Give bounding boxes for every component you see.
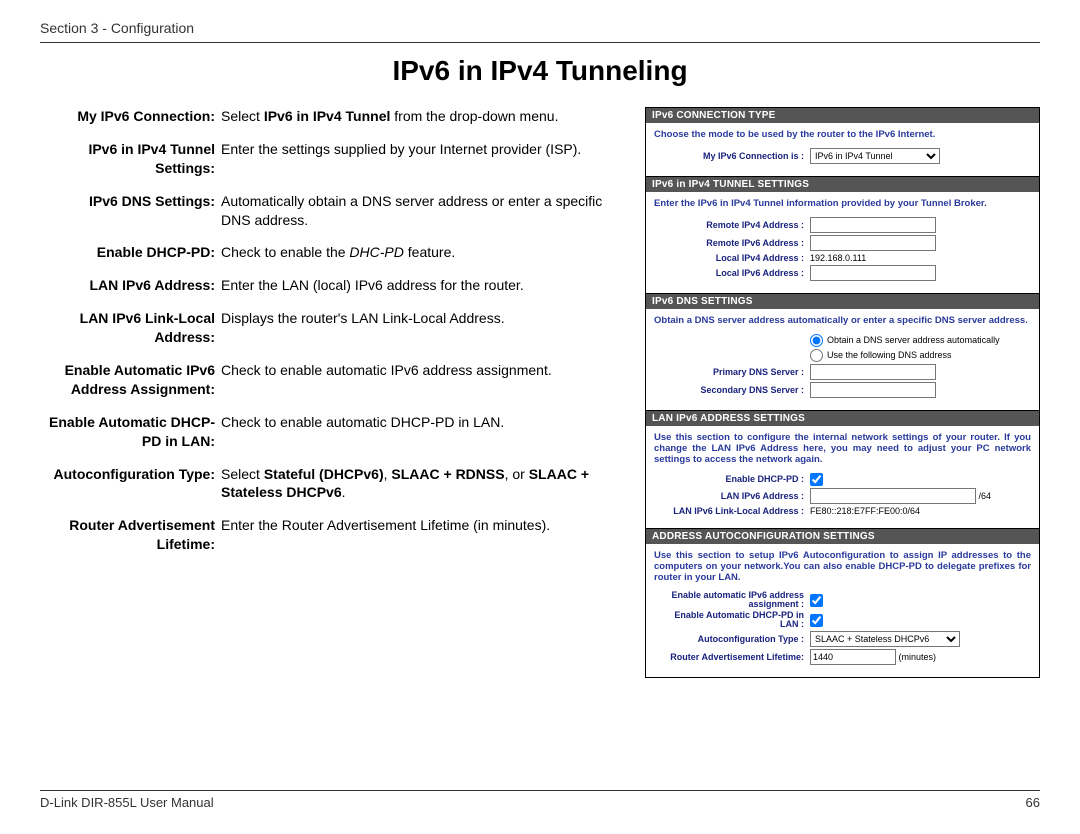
autoconf-type-label: Autoconfiguration Type :: [654, 635, 810, 644]
local-ipv4-label: Local IPv4 Address :: [654, 254, 810, 263]
def-desc: Automatically obtain a DNS server addres…: [221, 192, 635, 230]
remote-ipv6-input[interactable]: [810, 235, 936, 251]
def-term: Enable DHCP-PD:: [40, 243, 221, 262]
primary-dns-label: Primary DNS Server :: [654, 368, 810, 377]
enable-dhcp-pd-checkbox[interactable]: [810, 473, 823, 486]
section-header-lan: LAN IPv6 ADDRESS SETTINGS: [646, 410, 1039, 426]
footer-page-number: 66: [1026, 795, 1040, 810]
def-term: IPv6 in IPv4 Tunnel Settings:: [40, 140, 221, 178]
def-term: LAN IPv6 Link-Local Address:: [40, 309, 221, 347]
local-ipv6-input[interactable]: [810, 265, 936, 281]
enable-dhcp-pd-label: Enable DHCP-PD :: [654, 475, 810, 484]
dns-radio-auto[interactable]: Obtain a DNS server address automaticall…: [810, 335, 1000, 345]
tunnel-blurb: Enter the IPv6 in IPv4 Tunnel informatio…: [654, 198, 1031, 209]
conn-type-blurb: Choose the mode to be used by the router…: [654, 129, 1031, 140]
auto-dhcppd-lan-checkbox[interactable]: [810, 614, 823, 627]
ra-lifetime-input[interactable]: [810, 649, 896, 665]
auto-dhcppd-lan-label: Enable Automatic DHCP-PD in LAN :: [654, 611, 810, 629]
ipv6-settings-panel: IPv6 CONNECTION TYPE Choose the mode to …: [645, 107, 1040, 678]
ra-lifetime-label: Router Advertisement Lifetime:: [654, 653, 810, 662]
remote-ipv6-label: Remote IPv6 Address :: [654, 239, 810, 248]
def-desc: Enter the LAN (local) IPv6 address for t…: [221, 276, 635, 295]
page-footer: D-Link DIR-855L User Manual 66: [40, 790, 1040, 810]
dns-radio-manual[interactable]: Use the following DNS address: [810, 350, 952, 360]
lan-linklocal-label: LAN IPv6 Link-Local Address :: [654, 507, 810, 516]
local-ipv6-label: Local IPv6 Address :: [654, 269, 810, 278]
footer-manual-title: D-Link DIR-855L User Manual: [40, 795, 214, 810]
autoconf-type-select[interactable]: SLAAC + Stateless DHCPv6: [810, 631, 960, 647]
def-desc: Select Stateful (DHCPv6), SLAAC + RDNSS,…: [221, 465, 635, 503]
section-header-autoconf: ADDRESS AUTOCONFIGURATION SETTINGS: [646, 528, 1039, 544]
def-term: IPv6 DNS Settings:: [40, 192, 221, 230]
dns-radio-manual-label: Use the following DNS address: [827, 350, 952, 360]
def-desc: Check to enable automatic DHCP-PD in LAN…: [221, 413, 635, 451]
lan-linklocal-value: FE80::218:E7FF:FE00:0/64: [810, 506, 1031, 516]
my-ipv6-conn-label: My IPv6 Connection is :: [654, 152, 810, 161]
def-term: Enable Automatic IPv6 Address Assignment…: [40, 361, 221, 399]
auto-assign-checkbox[interactable]: [810, 594, 823, 607]
section-heading: Section 3 - Configuration: [40, 20, 1040, 43]
definitions: My IPv6 Connection:Select IPv6 in IPv4 T…: [40, 107, 635, 678]
def-desc: Enter the settings supplied by your Inte…: [221, 140, 635, 178]
lan-blurb: Use this section to configure the intern…: [654, 432, 1031, 465]
section-header-tunnel: IPv6 in IPv4 TUNNEL SETTINGS: [646, 176, 1039, 192]
remote-ipv4-label: Remote IPv4 Address :: [654, 221, 810, 230]
content-row: My IPv6 Connection:Select IPv6 in IPv4 T…: [40, 107, 1040, 678]
dns-blurb: Obtain a DNS server address automaticall…: [654, 315, 1031, 326]
def-desc: Displays the router's LAN Link-Local Add…: [221, 309, 635, 347]
def-desc: Select IPv6 in IPv4 Tunnel from the drop…: [221, 107, 635, 126]
section-header-dns: IPv6 DNS SETTINGS: [646, 293, 1039, 309]
lan-ipv6-addr-input[interactable]: [810, 488, 976, 504]
def-desc: Check to enable the DHC-PD feature.: [221, 243, 635, 262]
page-title: IPv6 in IPv4 Tunneling: [40, 55, 1040, 87]
def-term: Enable Automatic DHCP-PD in LAN:: [40, 413, 221, 451]
my-ipv6-conn-select[interactable]: IPv6 in IPv4 Tunnel: [810, 148, 940, 164]
primary-dns-input[interactable]: [810, 364, 936, 380]
section-header-conn-type: IPv6 CONNECTION TYPE: [646, 108, 1039, 123]
secondary-dns-input[interactable]: [810, 382, 936, 398]
autoconf-blurb: Use this section to setup IPv6 Autoconfi…: [654, 550, 1031, 583]
auto-assign-label: Enable automatic IPv6 address assignment…: [654, 591, 810, 609]
lan-ipv6-suffix: /64: [979, 491, 992, 501]
secondary-dns-label: Secondary DNS Server :: [654, 386, 810, 395]
local-ipv4-value: 192.168.0.111: [810, 253, 1031, 263]
def-term: LAN IPv6 Address:: [40, 276, 221, 295]
lan-ipv6-addr-label: LAN IPv6 Address :: [654, 492, 810, 501]
def-desc: Check to enable automatic IPv6 address a…: [221, 361, 635, 399]
remote-ipv4-input[interactable]: [810, 217, 936, 233]
def-term: My IPv6 Connection:: [40, 107, 221, 126]
def-term: Router Advertisement Lifetime:: [40, 516, 221, 554]
dns-radio-auto-label: Obtain a DNS server address automaticall…: [827, 335, 1000, 345]
ra-lifetime-units: (minutes): [899, 652, 937, 662]
def-term: Autoconfiguration Type:: [40, 465, 221, 503]
def-desc: Enter the Router Advertisement Lifetime …: [221, 516, 635, 554]
